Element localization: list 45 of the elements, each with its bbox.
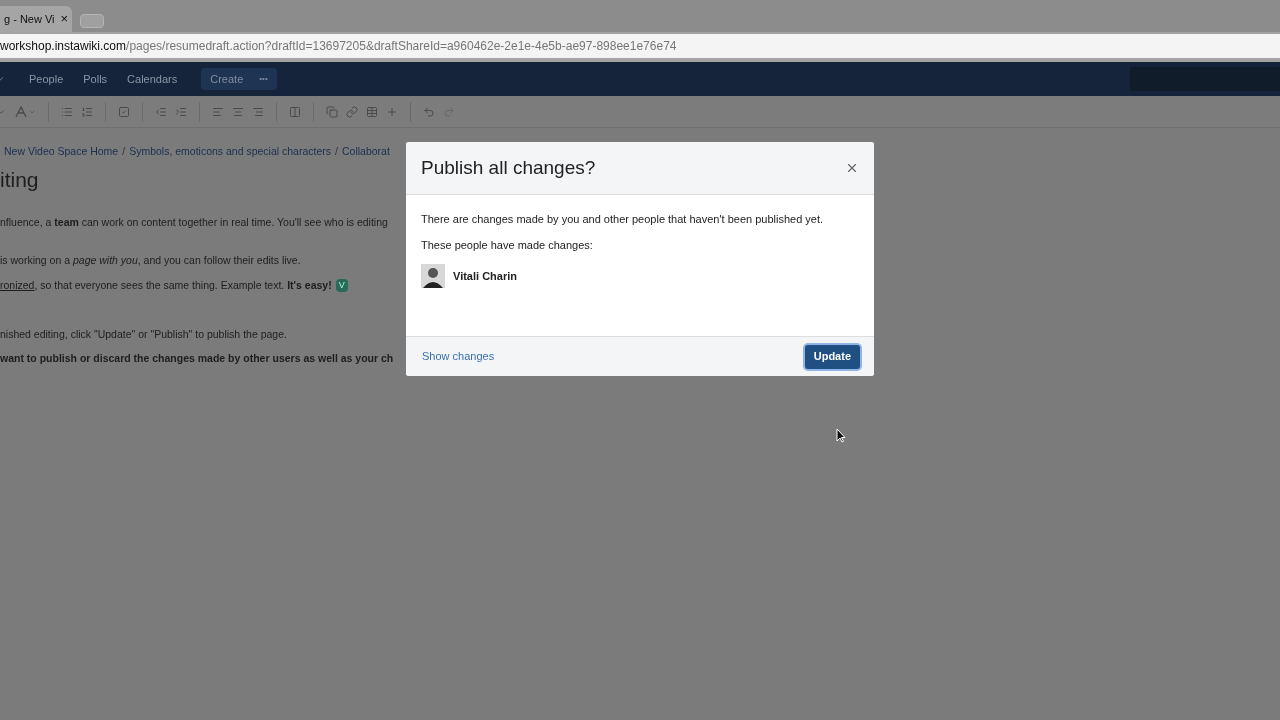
create-button[interactable]: Create ••• bbox=[201, 68, 277, 90]
nav-link[interactable]: Calendars bbox=[122, 70, 183, 88]
page-title: iting bbox=[0, 166, 40, 193]
update-button[interactable]: Update bbox=[804, 344, 860, 369]
avatar bbox=[421, 264, 445, 288]
undo-icon[interactable] bbox=[423, 105, 435, 118]
toolbar-icon[interactable] bbox=[61, 105, 73, 118]
dialog-title: Publish all changes? bbox=[421, 155, 596, 180]
browser-tab[interactable]: g - New Vi × bbox=[0, 6, 72, 32]
paragraph: want to publish or discard the changes made by other users as well as your ch bbox=[0, 351, 395, 367]
person-name: Vitali Charin bbox=[453, 268, 517, 284]
url-field[interactable]: workshop.instawiki.com/pages/resumedraft.action?draftId=13697205&draftShareId=a960462e-2e1e-4e5b-ae97-898ee1e76e74 bbox=[0, 34, 1280, 58]
insert-icon[interactable] bbox=[386, 105, 398, 118]
toolbar-icon[interactable] bbox=[232, 105, 244, 118]
people-label: These people have made changes: bbox=[421, 237, 594, 253]
paragraph: nished editing, click "Update" or "Publish" to publish the page. bbox=[0, 326, 288, 342]
close-icon[interactable] bbox=[845, 161, 859, 175]
text-style-icon[interactable] bbox=[14, 105, 36, 118]
cursor-icon bbox=[836, 428, 846, 443]
toolbar-icon[interactable] bbox=[289, 105, 301, 118]
user-badge: V bbox=[335, 278, 348, 293]
show-changes-link[interactable]: Show changes bbox=[422, 348, 495, 365]
toolbar-icon[interactable] bbox=[326, 105, 338, 118]
new-tab-button[interactable] bbox=[80, 14, 104, 28]
toolbar-icon[interactable] bbox=[81, 105, 93, 118]
toolbar-icon[interactable] bbox=[155, 105, 167, 118]
breadcrumb-link[interactable]: Collaborat bbox=[342, 144, 390, 160]
breadcrumb-separator: / bbox=[335, 144, 338, 159]
breadcrumb-link[interactable]: New Video Space Home bbox=[4, 144, 119, 160]
paragraph: is working on a page with you, and you can follow their edits live. bbox=[0, 253, 302, 268]
nav-link[interactable]: People bbox=[24, 70, 69, 88]
breadcrumb-link[interactable]: Symbols, emoticons and special characters bbox=[129, 144, 332, 160]
paragraph: nfluence, a team can work on content together in real time. You'll see who is editing bbox=[0, 215, 389, 231]
dialog-message: There are changes made by you and other people that haven't been published yet. bbox=[421, 212, 825, 227]
toolbar-icon[interactable] bbox=[212, 105, 224, 118]
paragraph: ronized, so that everyone sees the same thing. Example text. It's easy! bbox=[0, 277, 332, 293]
toolbar-icon[interactable] bbox=[366, 105, 378, 118]
toolbar-icon[interactable] bbox=[118, 105, 130, 118]
nav-link[interactable]: Polls bbox=[78, 70, 113, 88]
tab-title: g - New Vi bbox=[4, 11, 55, 27]
close-icon[interactable]: × bbox=[60, 9, 68, 29]
toolbar-icon[interactable] bbox=[175, 105, 187, 118]
toolbar-icon[interactable] bbox=[346, 105, 358, 118]
toolbar-icon[interactable] bbox=[252, 105, 264, 118]
breadcrumb-separator: / bbox=[122, 144, 126, 159]
